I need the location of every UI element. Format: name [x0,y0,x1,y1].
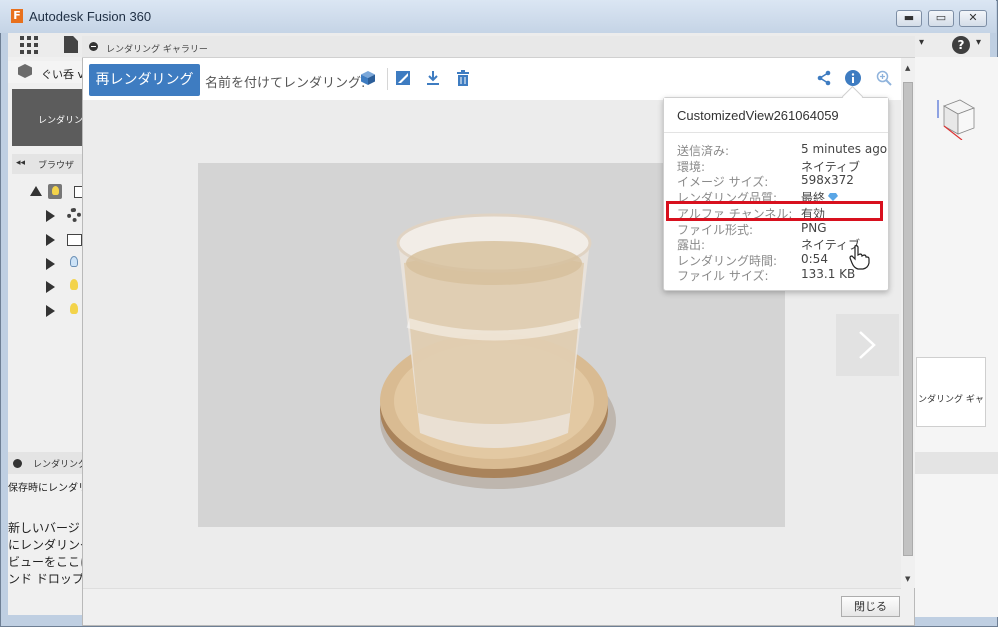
dialog-collapse-icon[interactable] [89,42,98,51]
info-key: 露出: [677,238,706,252]
browser-collapse-icon[interactable]: ◂◂ [16,158,25,168]
browser-label: ブラウザ [38,161,75,171]
app-grid-icon[interactable] [20,36,38,54]
lightbulb-icon[interactable] [52,186,59,195]
tree-collapsed-icon[interactable] [46,305,55,317]
file-icon[interactable] [64,36,78,53]
popup-divider [664,132,888,133]
info-value: 0:54 [801,252,828,266]
render-panel-text: ビューをここに [8,555,82,569]
scrollbar-thumb[interactable] [903,82,913,556]
maximize-button[interactable]: ▭ [928,10,954,27]
tree-collapsed-icon[interactable] [46,210,55,222]
fusion-logo-icon: F [11,9,23,23]
delete-icon[interactable] [455,70,471,86]
folder-icon [67,234,82,246]
info-key: ファイル サイズ: [677,269,769,283]
gallery-thumbnail-label: ンダリング ギャ [918,395,984,405]
tree-collapsed-icon[interactable] [46,258,55,270]
more-dropdown-caret[interactable]: ▾ [919,37,924,48]
info-key: イメージ サイズ: [677,175,769,189]
rerender-button[interactable]: 再レンダリング [89,64,200,96]
alpha-channel-highlight [666,201,883,221]
toolbar-divider [387,68,388,90]
hand-cursor-icon [849,245,870,270]
help-icon[interactable]: ? [952,36,970,54]
viewcube-icon[interactable] [932,96,976,140]
tree-expanded-icon[interactable] [30,186,42,196]
tree-collapsed-icon[interactable] [46,234,55,246]
next-image-button[interactable] [836,314,899,376]
close-button[interactable]: 閉じる [841,596,900,617]
tree-collapsed-icon[interactable] [46,281,55,293]
scroll-down-arrow[interactable]: ▼ [905,575,910,583]
info-value: PNG [801,221,827,235]
minimize-button[interactable]: ▬ [896,10,922,27]
zoom-in-icon[interactable] [876,70,892,86]
render-panel-text: 新しいバージョ [8,521,82,535]
render-as-label: 名前を付けてレンダリング: [205,76,366,91]
lightbulb-icon[interactable] [70,279,78,290]
download-icon[interactable] [425,70,441,86]
component-icon [74,186,82,198]
info-value: 5 minutes ago [801,142,888,156]
info-key: 送信済み: [677,144,730,158]
document-tab-label: ぐい呑 v [41,68,85,81]
right-panel-background [914,57,998,617]
right-panel-header [914,452,998,474]
help-dropdown-caret[interactable]: ▾ [976,37,981,48]
render-panel-text: にレンダリング [8,538,82,552]
dialog-footer [83,588,901,625]
window-close-button[interactable]: ✕ [959,10,987,27]
share-icon[interactable] [816,70,832,86]
lightbulb-off-icon[interactable] [70,256,78,267]
lightbulb-icon[interactable] [70,303,78,314]
edit-image-icon[interactable] [395,70,411,86]
render-panel-label: レンダリング [33,460,88,470]
dialog-title: レンダリング ギャラリー [106,45,208,55]
popup-title: CustomizedView261064059 [677,108,839,123]
render-panel-text: 保存時にレンダリ [8,483,82,494]
chevron-right-icon [859,331,876,359]
window-title: Autodesk Fusion 360 [29,9,152,24]
info-icon[interactable] [845,70,861,86]
scroll-up-arrow[interactable]: ▲ [905,64,910,72]
gear-icon [67,208,81,222]
render-cube-icon[interactable] [360,70,376,86]
info-value: 598x372 [801,173,854,187]
render-panel-text: ンド ドロップ [8,572,82,586]
collapse-icon[interactable] [13,459,22,468]
